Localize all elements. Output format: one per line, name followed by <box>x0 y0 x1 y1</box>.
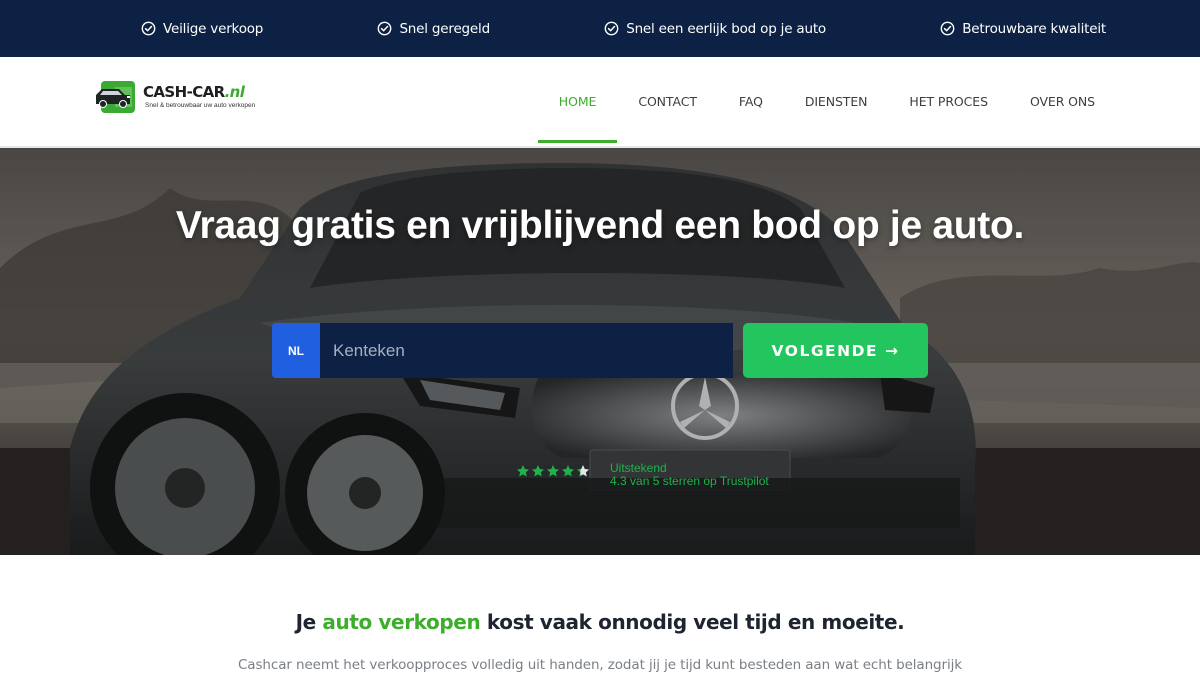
usp-item: Snel geregeld <box>377 21 490 37</box>
car-logo-icon <box>96 81 135 113</box>
nav-item-diensten[interactable]: DIENSTEN <box>784 57 889 146</box>
trustpilot-rating: Uitstekend 4.3 van 5 sterren op Trustpil… <box>516 462 769 488</box>
site-logo[interactable]: CASH-CAR.nl Snel & betrouwbaar uw auto v… <box>95 79 255 115</box>
star-icon <box>516 465 530 477</box>
usp-label: Betrouwbare kwaliteit <box>962 20 1106 37</box>
check-circle-icon <box>940 21 955 36</box>
check-circle-icon <box>604 21 619 36</box>
logo-tagline: Snel & betrouwbaar uw auto verkopen <box>145 102 256 109</box>
intro-title: Je auto verkopen kost vaak onnodig veel … <box>295 610 905 634</box>
star-icon <box>531 465 545 477</box>
site-header: CASH-CAR.nl Snel & betrouwbaar uw auto v… <box>0 57 1200 148</box>
country-code-badge: NL <box>272 323 320 378</box>
hero-title: Vraag gratis en vrijblijvend een bod op … <box>175 204 1025 247</box>
usp-item: Snel een eerlijk bod op je auto <box>604 21 826 37</box>
main-nav: HOME CONTACT FAQ DIENSTEN HET PROCES OVE… <box>537 57 1116 146</box>
check-circle-icon <box>377 21 392 36</box>
license-plate-form: NL <box>272 323 733 378</box>
star-icon <box>546 465 560 477</box>
usp-item: Betrouwbare kwaliteit <box>940 21 1106 37</box>
usp-bar: Veilige verkoop Snel geregeld Snel een e… <box>0 0 1200 57</box>
rating-stars <box>516 464 590 478</box>
nav-item-contact[interactable]: CONTACT <box>617 57 718 146</box>
usp-item: Veilige verkoop <box>141 21 263 37</box>
usp-label: Snel een eerlijk bod op je auto <box>626 20 826 37</box>
nav-item-het-proces[interactable]: HET PROCES <box>888 57 1009 146</box>
rating-text: Uitstekend 4.3 van 5 sterren op Trustpil… <box>610 462 769 488</box>
nav-item-over-ons[interactable]: OVER ONS <box>1009 57 1116 146</box>
rating-detail: 4.3 van 5 sterren op Trustpilot <box>610 474 769 488</box>
star-half-icon <box>576 465 590 477</box>
license-plate-input[interactable] <box>320 323 733 378</box>
hero-section: Vraag gratis en vrijblijvend een bod op … <box>0 148 1200 555</box>
intro-text: Cashcar neemt het verkoopproces volledig… <box>237 657 962 673</box>
star-icon <box>561 465 575 477</box>
usp-label: Veilige verkoop <box>163 20 264 37</box>
check-circle-icon <box>141 21 156 36</box>
next-button[interactable]: VOLGENDE → <box>743 323 928 378</box>
nav-item-faq[interactable]: FAQ <box>718 57 784 146</box>
logo-wordmark: CASH-CAR.nl <box>143 83 245 101</box>
usp-label: Snel geregeld <box>399 20 490 37</box>
nav-item-home[interactable]: HOME <box>537 57 618 146</box>
